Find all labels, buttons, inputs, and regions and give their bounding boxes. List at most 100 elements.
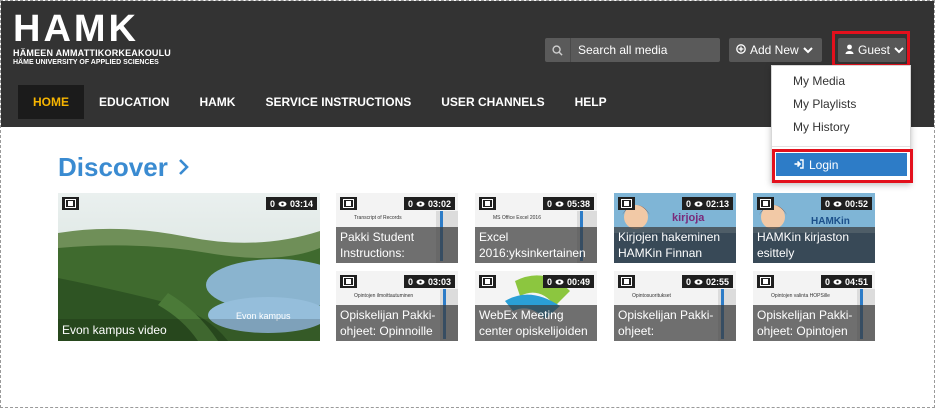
duration: 05:38 (566, 198, 590, 209)
chevron-down-icon (802, 43, 813, 57)
main-nav: HOME EDUCATION HAMK SERVICE INSTRUCTIONS… (18, 85, 622, 119)
video-film-icon (757, 197, 774, 210)
video-meta-badge: 0 04:51 (820, 275, 872, 288)
video-meta-badge: 0 02:13 (681, 197, 733, 210)
media-title[interactable]: Opiskelijan Pakki-ohjeet: (614, 305, 736, 341)
view-count: 0 (546, 198, 552, 209)
video-meta-badge: 0 00:52 (820, 197, 872, 210)
menu-item-my-history[interactable]: My History (772, 120, 910, 134)
guest-menu-button[interactable]: Guest (838, 38, 906, 62)
video-meta-badge: 0 05:38 (542, 197, 594, 210)
duration: 03:14 (289, 198, 313, 209)
hamk-logo[interactable]: HAMK HÄMEEN AMMATTIKORKEAKOULU HÄME UNIV… (13, 8, 171, 67)
eye-icon (833, 199, 842, 209)
duration: 03:03 (427, 276, 451, 287)
media-title[interactable]: Opiskelijan Pakki-ohjeet: Opintojen (753, 305, 875, 341)
nav-item-home[interactable]: HOME (18, 85, 84, 119)
view-count: 0 (407, 198, 413, 209)
video-meta-badge: 0 03:02 (403, 197, 455, 210)
add-new-label: Add New (750, 43, 799, 57)
nav-item-hamk[interactable]: HAMK (184, 85, 250, 119)
eye-icon (278, 199, 287, 209)
login-label: Login (809, 157, 839, 172)
nav-item-user-channels[interactable]: USER CHANNELS (426, 85, 559, 119)
media-thumb-pakki-student[interactable]: Transcript of Records 0 03:02 Pakki Stude… (336, 193, 458, 263)
video-meta-badge: 0 02:55 (681, 275, 733, 288)
video-film-icon (62, 197, 79, 210)
video-film-icon (618, 275, 635, 288)
discover-title: Discover (58, 152, 168, 182)
eye-icon (694, 277, 703, 287)
eye-icon (694, 199, 703, 209)
media-title[interactable]: HAMKin kirjaston esittely (753, 227, 875, 263)
search-icon[interactable] (545, 38, 571, 62)
view-count: 0 (546, 276, 552, 287)
logo-subtitle-fi: HÄMEEN AMMATTIKORKEAKOULU (13, 48, 171, 58)
logo-main-text: HAMK (13, 8, 139, 50)
media-title[interactable]: Evon kampus video (58, 319, 320, 341)
media-title[interactable]: Opiskelijan Pakki-ohjeet: Opinnoille (336, 305, 458, 341)
view-count: 0 (824, 276, 830, 287)
eye-icon (555, 199, 564, 209)
video-film-icon (479, 197, 496, 210)
thumb-slide-text: kirjoja (672, 212, 705, 224)
duration: 02:13 (705, 198, 729, 209)
user-dropdown-menu: My Media My Playlists My History Login (771, 65, 911, 183)
video-film-icon (340, 275, 357, 288)
thumb-slide-text: Transcript of Records (354, 215, 402, 221)
thumb-slide-text: Opintojen ilmoittautuminen (354, 293, 414, 299)
user-icon (845, 43, 854, 57)
thumb-slide-text: Opintojen valinta HOPSille (771, 293, 830, 299)
media-thumb-pakki-opintojen[interactable]: Opintojen valinta HOPSille 0 04:51 Opiske… (753, 271, 875, 341)
add-new-button[interactable]: Add New (729, 38, 822, 62)
video-film-icon (618, 197, 635, 210)
eye-icon (555, 277, 564, 287)
discover-heading[interactable]: Discover (58, 152, 189, 183)
view-count: 0 (685, 276, 691, 287)
eye-icon (416, 199, 425, 209)
media-thumb-excel-2016[interactable]: MS Office Excel 2016 0 05:38 Excel 2016:y… (475, 193, 597, 263)
search-input[interactable] (571, 43, 716, 57)
media-title[interactable]: WebEx Meeting center opiskelijoiden (475, 305, 597, 341)
menu-item-my-playlists[interactable]: My Playlists (772, 97, 910, 111)
media-title[interactable]: Pakki Student Instructions: (336, 227, 458, 263)
view-count: 0 (824, 198, 830, 209)
media-thumb-kirjojen-hakeminen[interactable]: kirjoja 0 02:13 Kirjojen hakeminen HAMKin… (614, 193, 736, 263)
media-thumb-pakki-opinnoille[interactable]: Opintojen ilmoittautuminen 0 03:03 Opiske… (336, 271, 458, 341)
guest-label: Guest (858, 43, 891, 57)
login-button[interactable]: Login (776, 153, 907, 176)
plus-circle-icon (736, 43, 746, 57)
video-meta-badge: 0 00:49 (542, 275, 594, 288)
eye-icon (833, 277, 842, 287)
media-title[interactable]: Kirjojen hakeminen HAMKin Finnan (614, 227, 736, 263)
chevron-right-icon (178, 152, 189, 183)
duration: 04:51 (844, 276, 868, 287)
thumb-slide-text: MS Office Excel 2016 (493, 215, 541, 221)
view-count: 0 (685, 198, 691, 209)
menu-divider (772, 146, 910, 147)
media-thumb-hamkin-kirjasto[interactable]: HAMKin 0 00:52 HAMKin kirjaston esittely (753, 193, 875, 263)
media-thumb-webex-meeting[interactable]: 0 00:49 WebEx Meeting center opiskelijoid… (475, 271, 597, 341)
duration: 02:55 (705, 276, 729, 287)
search-box (545, 38, 720, 62)
duration: 00:49 (566, 276, 590, 287)
nav-item-education[interactable]: EDUCATION (84, 85, 184, 119)
media-title[interactable]: Excel 2016:yksinkertainen (475, 227, 597, 263)
media-thumb-pakki-ohjeet[interactable]: Opintosuoritukset 0 02:55 Opiskelijan Pak… (614, 271, 736, 341)
thumb-slide-text: HAMKin (811, 216, 850, 227)
eye-icon (416, 277, 425, 287)
video-film-icon (479, 275, 496, 288)
duration: 00:52 (844, 198, 868, 209)
menu-item-my-media[interactable]: My Media (772, 74, 910, 88)
duration: 03:02 (427, 198, 451, 209)
media-thumb-evon-kampus[interactable]: 0 03:14 Evon kampus Evon kampus video (58, 193, 320, 341)
video-film-icon (340, 197, 357, 210)
video-meta-badge: 0 03:03 (403, 275, 455, 288)
nav-item-service-instructions[interactable]: SERVICE INSTRUCTIONS (250, 85, 426, 119)
video-film-icon (757, 275, 774, 288)
thumb-slide-text: Opintosuoritukset (632, 293, 671, 299)
nav-item-help[interactable]: HELP (560, 85, 622, 119)
view-count: 0 (269, 198, 275, 209)
chevron-down-icon (894, 43, 904, 57)
sign-in-icon (794, 158, 804, 172)
